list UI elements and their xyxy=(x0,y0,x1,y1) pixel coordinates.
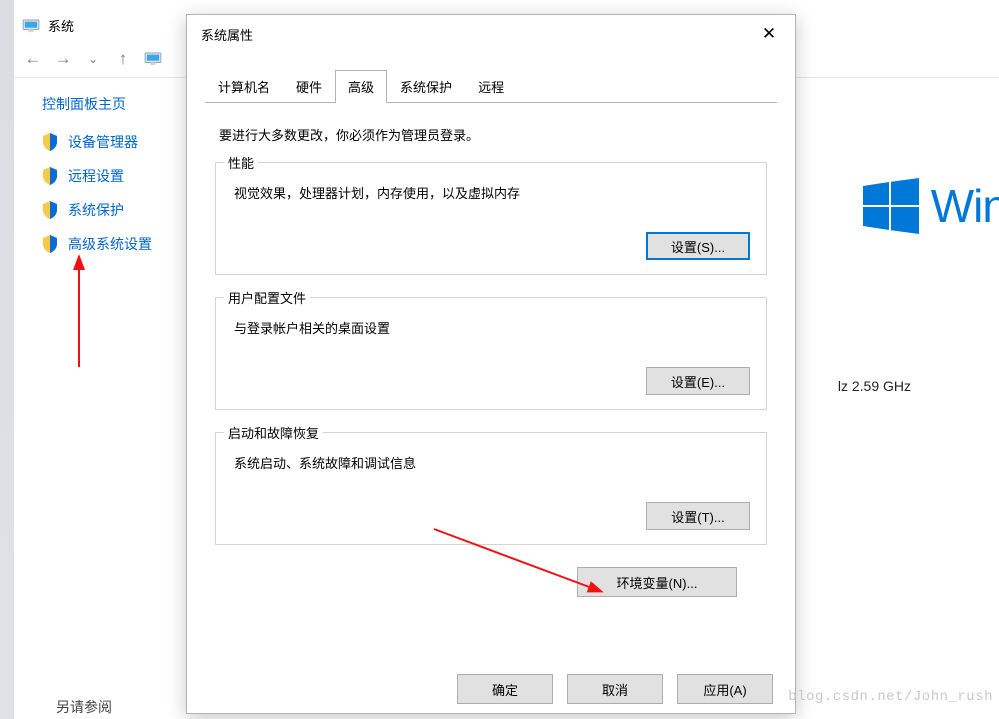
close-icon[interactable]: ✕ xyxy=(747,19,791,49)
dialog-tabs: 计算机名 硬件 高级 系统保护 远程 xyxy=(187,69,795,102)
left-decor-strip xyxy=(0,0,14,719)
group-performance-legend: 性能 xyxy=(224,153,258,172)
tab-hardware[interactable]: 硬件 xyxy=(283,70,335,103)
nav-recent-chevron-icon[interactable]: ⌄ xyxy=(80,47,106,71)
dialog-titlebar: 系统属性 ✕ xyxy=(187,15,795,53)
nav-up-icon[interactable]: ↑ xyxy=(110,47,136,71)
button-label: 设置(E)... xyxy=(671,372,725,391)
ok-button[interactable]: 确定 xyxy=(457,674,553,704)
monitor-icon xyxy=(22,19,40,33)
sidebar-item-label: 系统保护 xyxy=(68,200,124,220)
shield-icon xyxy=(42,167,58,185)
system-properties-dialog: 系统属性 ✕ 计算机名 硬件 高级 系统保护 远程 要进行大多数更改，你必须作为… xyxy=(186,14,796,714)
dialog-title: 系统属性 xyxy=(201,25,253,44)
button-label: 设置(S)... xyxy=(671,237,725,256)
address-monitor-icon xyxy=(144,52,162,66)
windows-logo-icon xyxy=(863,178,919,234)
nav-forward-icon[interactable]: → xyxy=(50,47,76,71)
see-also-label: 另请参阅 xyxy=(56,697,112,717)
windows-brand-text: Winc xyxy=(931,179,999,233)
group-startup-recovery-legend: 启动和故障恢复 xyxy=(224,423,323,442)
environment-variables-button[interactable]: 环境变量(N)... xyxy=(577,567,737,597)
performance-settings-button[interactable]: 设置(S)... xyxy=(646,232,750,260)
group-performance: 性能 视觉效果，处理器计划，内存使用，以及虚拟内存 设置(S)... xyxy=(215,162,767,275)
sidebar-item-label: 远程设置 xyxy=(68,166,124,186)
group-performance-desc: 视觉效果，处理器计划，内存使用，以及虚拟内存 xyxy=(234,183,750,202)
group-user-profiles-legend: 用户配置文件 xyxy=(224,288,310,307)
group-startup-recovery: 启动和故障恢复 系统启动、系统故障和调试信息 设置(T)... xyxy=(215,432,767,545)
apply-button[interactable]: 应用(A) xyxy=(677,674,773,704)
startup-recovery-settings-button[interactable]: 设置(T)... xyxy=(646,502,750,530)
watermark-text: blog.csdn.net/John_rush xyxy=(788,689,993,705)
sidebar-item-label: 高级系统设置 xyxy=(68,234,152,254)
button-label: 环境变量(N)... xyxy=(617,573,698,592)
nav-back-icon[interactable]: ← xyxy=(20,47,46,71)
tab-advanced[interactable]: 高级 xyxy=(335,70,387,103)
shield-icon xyxy=(42,235,58,253)
tab-remote[interactable]: 远程 xyxy=(465,70,517,103)
explorer-title-text: 系统 xyxy=(48,16,74,35)
cpu-ghz-text: lz 2.59 GHz xyxy=(838,378,911,394)
shield-icon xyxy=(42,133,58,151)
dialog-footer: 确定 取消 应用(A) xyxy=(187,665,795,713)
admin-note: 要进行大多数更改，你必须作为管理员登录。 xyxy=(219,125,767,144)
tab-computer-name[interactable]: 计算机名 xyxy=(205,70,283,103)
sidebar-item-label: 设备管理器 xyxy=(68,132,138,152)
button-label: 设置(T)... xyxy=(671,507,724,526)
background-windows-branding: Winc xyxy=(863,178,999,234)
group-user-profiles: 用户配置文件 与登录帐户相关的桌面设置 设置(E)... xyxy=(215,297,767,410)
tab-system-protection[interactable]: 系统保护 xyxy=(387,70,465,103)
dialog-body: 要进行大多数更改，你必须作为管理员登录。 性能 视觉效果，处理器计划，内存使用，… xyxy=(187,103,795,607)
group-startup-recovery-desc: 系统启动、系统故障和调试信息 xyxy=(234,453,750,472)
user-profiles-settings-button[interactable]: 设置(E)... xyxy=(646,367,750,395)
shield-icon xyxy=(42,201,58,219)
group-user-profiles-desc: 与登录帐户相关的桌面设置 xyxy=(234,318,750,337)
cancel-button[interactable]: 取消 xyxy=(567,674,663,704)
